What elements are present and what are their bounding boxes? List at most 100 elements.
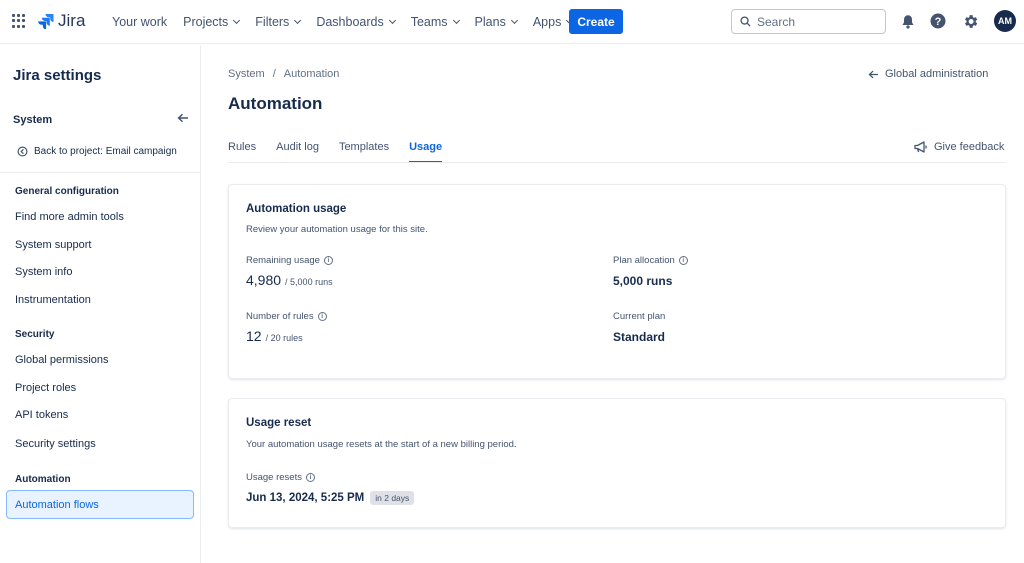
breadcrumb-separator: /	[272, 68, 276, 80]
search-placeholder: Search	[757, 14, 796, 29]
chevron-down-icon	[452, 16, 460, 25]
breadcrumb-system[interactable]: System	[228, 68, 265, 80]
current-plan-label: Current plan	[613, 311, 665, 322]
settings-sidebar: Jira settings System Back to project: Em…	[0, 45, 201, 563]
section-security: Security	[15, 329, 55, 340]
section-automation: Automation	[15, 474, 71, 485]
global-administration-link[interactable]: Global administration	[868, 68, 988, 80]
current-plan-value: Standard	[613, 330, 666, 344]
app-switcher-icon[interactable]	[12, 14, 26, 28]
nav-label: Dashboards	[316, 15, 384, 29]
svg-text:?: ?	[935, 16, 942, 28]
megaphone-icon	[914, 141, 927, 153]
remaining-usage-label: Remaining usage i	[246, 255, 333, 266]
remaining-usage-value: 4,980 / 5,000 runs	[246, 272, 333, 288]
sidebar-system-label: System	[13, 114, 53, 126]
nav-label: Filters	[255, 15, 290, 29]
sidebar-item-global-permissions[interactable]: Global permissions	[15, 354, 109, 366]
top-navigation: Jira Your work Projects Filters Dashboar…	[0, 0, 1024, 44]
sidebar-title: Jira settings	[13, 67, 102, 84]
sidebar-divider	[0, 172, 200, 173]
chevron-down-icon	[294, 16, 302, 25]
tab-audit-log[interactable]: Audit log	[276, 141, 319, 163]
rules-total: / 20 rules	[265, 333, 303, 343]
info-icon[interactable]: i	[323, 256, 333, 265]
usage-reset-card: Usage reset Your automation usage resets…	[228, 398, 1006, 528]
avatar[interactable]: AM	[994, 10, 1016, 32]
tab-usage[interactable]: Usage	[409, 141, 443, 163]
page-title: Automation	[228, 94, 323, 113]
card-description: Review your automation usage for this si…	[246, 224, 428, 235]
section-general-configuration: General configuration	[15, 186, 119, 197]
sidebar-item-project-roles[interactable]: Project roles	[15, 382, 76, 394]
sidebar-item-security-settings[interactable]: Security settings	[15, 438, 96, 450]
plan-allocation-value: 5,000 runs	[613, 274, 673, 288]
info-icon[interactable]: i	[317, 312, 327, 321]
brand-name: Jira	[58, 11, 86, 30]
nav-projects[interactable]: Projects	[175, 15, 247, 29]
tabs-divider	[228, 162, 1006, 163]
give-feedback-label: Give feedback	[934, 141, 1005, 153]
remaining-total: / 5,000 runs	[285, 277, 333, 287]
number-of-rules-label: Number of rules i	[246, 311, 327, 322]
sidebar-item-system-support[interactable]: System support	[15, 239, 91, 251]
give-feedback-button[interactable]: Give feedback	[914, 141, 1004, 153]
label-text: Plan allocation	[613, 255, 675, 266]
label-text: Usage resets	[246, 472, 302, 483]
create-button[interactable]: Create	[569, 9, 623, 34]
back-to-project-label: Back to project: Email campaign	[34, 146, 177, 157]
nav-label: Teams	[410, 15, 448, 29]
sidebar-item-find-more-admin-tools[interactable]: Find more admin tools	[15, 211, 124, 223]
collapse-arrow-icon[interactable]	[177, 113, 189, 126]
nav-teams[interactable]: Teams	[403, 15, 467, 29]
number-of-rules-value: 12 / 20 rules	[246, 328, 303, 344]
label-text: Current plan	[613, 311, 666, 322]
sidebar-item-system-info[interactable]: System info	[15, 266, 72, 278]
nav-your-work[interactable]: Your work	[104, 15, 175, 29]
status-badge: in 2 days	[370, 491, 415, 505]
chevron-down-icon	[388, 16, 396, 25]
primary-nav: Your work Projects Filters Dashboards Te…	[104, 0, 580, 44]
nav-dashboards[interactable]: Dashboards	[308, 15, 402, 29]
tab-rules[interactable]: Rules	[228, 141, 256, 163]
automation-usage-card: Automation usage Review your automation …	[228, 184, 1006, 379]
nav-label: Apps	[532, 15, 562, 29]
label-text: Remaining usage	[246, 255, 320, 266]
nav-plans[interactable]: Plans	[467, 15, 525, 29]
usage-resets-label: Usage resets i	[246, 472, 315, 483]
nav-label: Projects	[183, 15, 229, 29]
chevron-down-icon	[233, 16, 241, 25]
usage-resets-value: Jun 13, 2024, 5:25 PM in 2 days	[246, 491, 415, 505]
breadcrumb-automation[interactable]: Automation	[284, 68, 340, 80]
card-description: Your automation usage resets at the star…	[246, 439, 517, 450]
sidebar-item-api-tokens[interactable]: API tokens	[15, 409, 68, 421]
reset-date: Jun 13, 2024, 5:25 PM	[246, 492, 365, 504]
sidebar-item-automation-flows[interactable]: Automation flows	[6, 490, 194, 519]
search-icon	[740, 16, 751, 27]
chevron-down-icon	[510, 16, 518, 25]
info-icon[interactable]: i	[305, 473, 315, 482]
rules-count: 12	[246, 328, 262, 344]
card-title: Usage reset	[246, 417, 312, 429]
remaining-count: 4,980	[246, 272, 282, 288]
back-to-project-link[interactable]: Back to project: Email campaign	[17, 146, 177, 157]
arrow-left-icon	[868, 70, 878, 78]
search-input[interactable]: Search	[731, 9, 886, 34]
tab-bar: Rules Audit log Templates Usage	[228, 141, 462, 163]
settings-icon[interactable]	[961, 12, 979, 30]
nav-filters[interactable]: Filters	[247, 15, 308, 29]
help-icon[interactable]: ?	[929, 12, 947, 30]
notifications-icon[interactable]	[899, 12, 917, 30]
back-icon	[17, 146, 28, 157]
tab-templates[interactable]: Templates	[339, 141, 389, 163]
jira-logo[interactable]: Jira	[38, 11, 85, 31]
jira-logo-icon	[38, 14, 54, 29]
label-text: Number of rules	[246, 311, 314, 322]
nav-label: Your work	[112, 15, 168, 29]
info-icon[interactable]: i	[678, 256, 688, 265]
breadcrumb: System / Automation	[228, 68, 339, 80]
nav-label: Plans	[474, 15, 506, 29]
plan-allocation-label: Plan allocation i	[613, 255, 688, 266]
sidebar-item-instrumentation[interactable]: Instrumentation	[15, 294, 91, 306]
global-administration-label: Global administration	[885, 68, 989, 80]
